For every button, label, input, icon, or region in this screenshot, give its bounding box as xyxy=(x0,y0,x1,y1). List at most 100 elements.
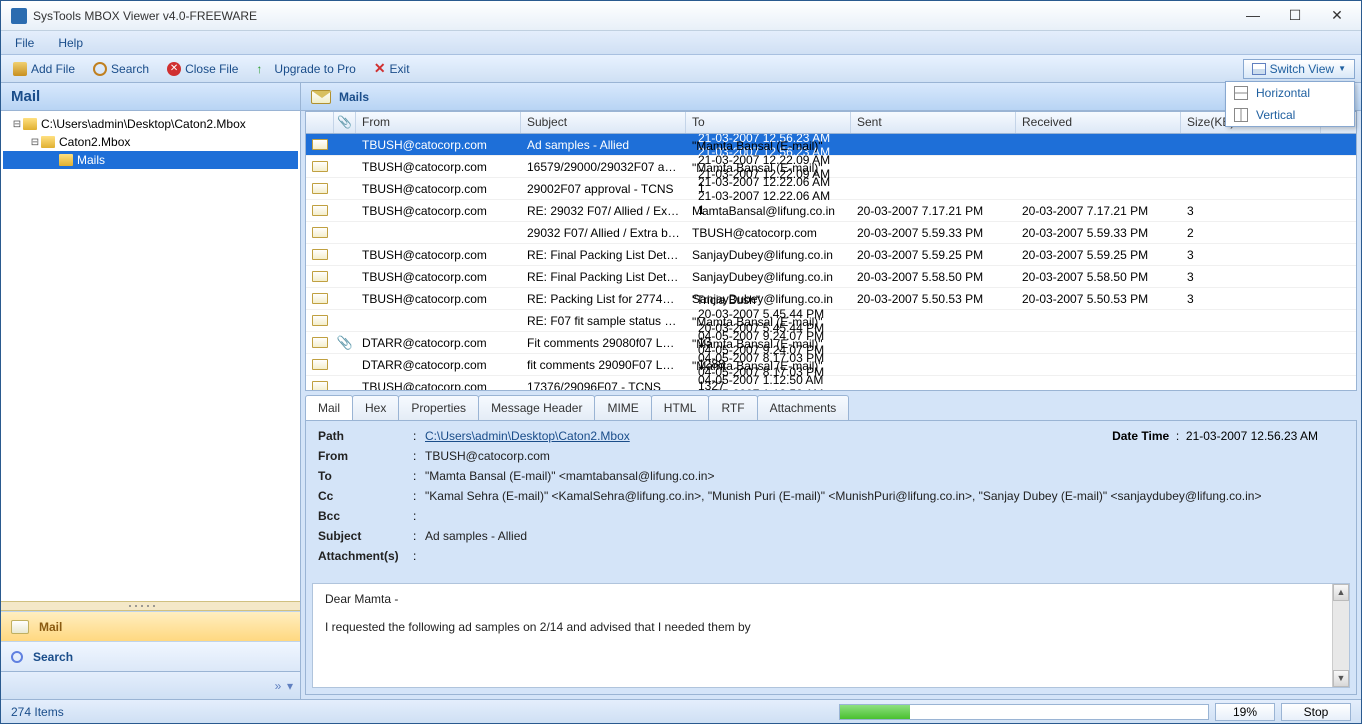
tab-properties[interactable]: Properties xyxy=(398,395,479,420)
table-row[interactable]: TBUSH@catocorp.com17376/29096F07 - TCNS"… xyxy=(306,376,1356,390)
tab-hex[interactable]: Hex xyxy=(352,395,399,420)
search-button[interactable]: Search xyxy=(87,60,155,78)
tab-mime[interactable]: MIME xyxy=(594,395,651,420)
body-line: Dear Mamta - xyxy=(325,592,1337,606)
nav-mail[interactable]: Mail xyxy=(1,611,300,641)
mails-header-icon xyxy=(311,90,331,104)
tree-root[interactable]: ⊟ C:\Users\admin\Desktop\Caton2.Mbox xyxy=(3,115,298,133)
details-pane: Path: C:\Users\admin\Desktop\Caton2.Mbox… xyxy=(305,420,1357,695)
mail-row-icon xyxy=(312,205,328,216)
scroll-up-icon[interactable]: ▲ xyxy=(1333,584,1349,601)
cell-sent: 20-03-2007 5.59.33 PM xyxy=(851,226,1016,240)
col-to[interactable]: To xyxy=(686,112,851,133)
table-row[interactable]: TBUSH@catocorp.comRE: 29032 F07/ Allied … xyxy=(306,200,1356,222)
label-subject: Subject xyxy=(318,529,413,543)
maximize-button[interactable]: ☐ xyxy=(1283,7,1307,24)
footer-chevron-icon[interactable]: » xyxy=(274,679,282,693)
left-header: Mail xyxy=(1,83,300,111)
label-bcc: Bcc xyxy=(318,509,413,523)
main-split: Mail ⊟ C:\Users\admin\Desktop\Caton2.Mbo… xyxy=(1,83,1361,699)
col-subject[interactable]: Subject xyxy=(521,112,686,133)
search-icon xyxy=(11,651,23,663)
stop-button[interactable]: Stop xyxy=(1281,703,1351,721)
table-row[interactable]: TBUSH@catocorp.comRE: Final Packing List… xyxy=(306,266,1356,288)
message-body[interactable]: Dear Mamta - I requested the following a… xyxy=(312,583,1350,688)
col-received[interactable]: Received xyxy=(1016,112,1181,133)
cell-to: TBUSH@catocorp.com xyxy=(686,226,851,240)
table-row[interactable]: TBUSH@catocorp.com29002F07 approval - TC… xyxy=(306,178,1356,200)
cell-from: TBUSH@catocorp.com xyxy=(356,270,521,284)
cell-from: DTARR@catocorp.com xyxy=(356,336,521,350)
grid-body[interactable]: TBUSH@catocorp.comAd samples - Allied"Ma… xyxy=(306,134,1356,390)
cell-subject: fit comments 29090F07 Lovec... xyxy=(521,358,686,372)
add-file-button[interactable]: Add File xyxy=(7,60,81,78)
window-title: SysTools MBOX Viewer v4.0-FREEWARE xyxy=(33,9,1241,23)
tab-attachments[interactable]: Attachments xyxy=(757,395,850,420)
cell-sent: 21-03-2007 12.22.06 AM xyxy=(692,175,851,189)
body-scrollbar[interactable]: ▲ ▼ xyxy=(1332,584,1349,687)
cell-size: 3 xyxy=(1181,270,1321,284)
menu-help[interactable]: Help xyxy=(58,36,83,50)
footer-menu-icon[interactable]: ▾ xyxy=(286,679,294,693)
right-header: Mails xyxy=(301,83,1361,111)
exit-button[interactable]: ✕Exit xyxy=(368,58,416,79)
value-to: "Mamta Bansal (E-mail)" <mamtabansal@lif… xyxy=(425,469,1344,483)
left-splitter[interactable] xyxy=(1,601,300,611)
col-icon[interactable] xyxy=(306,112,334,133)
tree-leaf-mails[interactable]: Mails xyxy=(3,151,298,169)
progress-percent: 19% xyxy=(1215,703,1275,721)
value-datetime: 21-03-2007 12.56.23 AM xyxy=(1186,429,1318,443)
label-from: From xyxy=(318,449,413,463)
tab-rtf[interactable]: RTF xyxy=(708,395,757,420)
switch-view-vertical[interactable]: Vertical xyxy=(1226,104,1354,126)
scroll-down-icon[interactable]: ▼ xyxy=(1333,670,1349,687)
switch-view-dropdown: Horizontal Vertical xyxy=(1225,81,1355,127)
cell-received: 20-03-2007 7.17.21 PM xyxy=(1016,204,1181,218)
cell-subject: 16579/29000/29032F07 appr... xyxy=(521,160,686,174)
menubar: File Help xyxy=(1,31,1361,55)
mail-row-icon xyxy=(312,359,328,370)
switch-view-horizontal[interactable]: Horizontal xyxy=(1226,82,1354,104)
col-sent[interactable]: Sent xyxy=(851,112,1016,133)
upgrade-button[interactable]: ↑Upgrade to Pro xyxy=(250,60,361,78)
cell-sent: 20-03-2007 5.59.25 PM xyxy=(851,248,1016,262)
switch-view-button[interactable]: Switch View ▼ xyxy=(1243,59,1355,79)
tree-child[interactable]: ⊟ Caton2.Mbox xyxy=(3,133,298,151)
menu-file[interactable]: File xyxy=(15,36,34,50)
close-file-button[interactable]: ✕Close File xyxy=(161,60,244,78)
value-subject: Ad samples - Allied xyxy=(425,529,1344,543)
close-file-icon: ✕ xyxy=(167,62,181,76)
tab-html[interactable]: HTML xyxy=(651,395,710,420)
mail-row-icon xyxy=(312,315,328,326)
cell-subject: Fit comments 29080f07 Lov... xyxy=(521,336,686,350)
minimize-button[interactable]: — xyxy=(1241,7,1265,24)
cell-subject: 29002F07 approval - TCNS xyxy=(521,182,686,196)
mail-row-icon xyxy=(312,337,328,348)
cell-from: TBUSH@catocorp.com xyxy=(356,182,521,196)
mail-grid: 📎 From Subject To Sent Received Size(KB)… xyxy=(305,111,1357,391)
tree-collapse-icon[interactable]: ⊟ xyxy=(11,119,23,130)
mail-icon xyxy=(11,620,29,634)
details-header: Path: C:\Users\admin\Desktop\Caton2.Mbox… xyxy=(306,421,1356,577)
tab-mail[interactable]: Mail xyxy=(305,395,353,420)
cell-to: SanjayDubey@lifung.co.in xyxy=(686,248,851,262)
cell-size: 3 xyxy=(1181,204,1321,218)
mail-row-icon xyxy=(312,271,328,282)
cell-received: 20-03-2007 5.58.50 PM xyxy=(1016,270,1181,284)
label-datetime: Date Time : 21-03-2007 12.56.23 AM xyxy=(1112,429,1318,443)
cell-sent: 20-03-2007 5.50.53 PM xyxy=(851,292,1016,306)
value-path[interactable]: C:\Users\admin\Desktop\Caton2.Mbox xyxy=(425,429,630,443)
progress-bar xyxy=(839,704,1209,720)
cell-size: 3 xyxy=(1181,292,1321,306)
close-button[interactable]: ✕ xyxy=(1325,7,1349,24)
col-from[interactable]: From xyxy=(356,112,521,133)
table-row[interactable]: TBUSH@catocorp.comRE: Final Packing List… xyxy=(306,244,1356,266)
add-file-icon xyxy=(13,62,27,76)
nav-search[interactable]: Search xyxy=(1,641,300,671)
table-row[interactable]: 29032 F07/ Allied / Extra butt...TBUSH@c… xyxy=(306,222,1356,244)
cell-from: TBUSH@catocorp.com xyxy=(356,248,521,262)
toolbar: Add File Search ✕Close File ↑Upgrade to … xyxy=(1,55,1361,83)
col-attachment[interactable]: 📎 xyxy=(334,112,356,133)
tree-collapse-icon[interactable]: ⊟ xyxy=(29,137,41,148)
tab-message-header[interactable]: Message Header xyxy=(478,395,595,420)
